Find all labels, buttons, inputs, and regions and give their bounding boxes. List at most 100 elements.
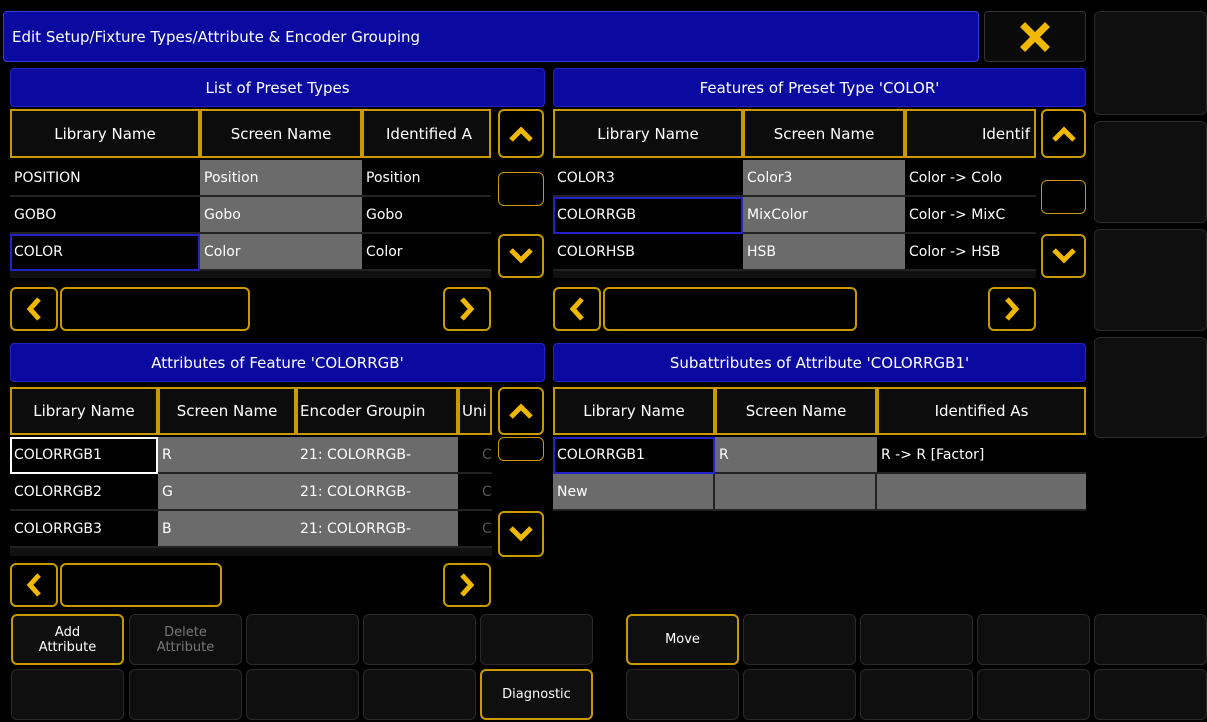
preset-types-scroll-thumb[interactable] <box>498 172 544 206</box>
table-row-cell-new[interactable]: New <box>553 474 715 511</box>
features-header-screen-name[interactable]: Screen Name <box>743 109 905 158</box>
empty-button[interactable] <box>363 614 476 665</box>
chevron-up-icon <box>509 403 533 419</box>
preset-types-scroll-up-button[interactable] <box>498 109 544 158</box>
attributes-header-screen-name[interactable]: Screen Name <box>158 387 296 435</box>
preset-types-scroll-right-button[interactable] <box>443 287 491 331</box>
empty-button[interactable] <box>743 614 856 665</box>
move-button[interactable]: Move <box>626 614 739 665</box>
table-row-cell[interactable]: C <box>458 511 492 548</box>
chevron-down-icon <box>1051 248 1076 264</box>
features-header-library-name[interactable]: Library Name <box>553 109 743 158</box>
empty-button[interactable] <box>363 669 476 720</box>
attributes-scroll-left-button[interactable] <box>10 563 58 607</box>
features-header-identified-as[interactable]: Identif <box>905 109 1036 158</box>
table-row-cell[interactable]: 21: COLORRGB- <box>296 474 458 511</box>
features-hscroll-thumb[interactable] <box>603 287 857 331</box>
table-row-cell[interactable]: G <box>158 474 296 511</box>
table-row-cell[interactable]: 21: COLORRGB- <box>296 437 458 474</box>
features-scroll-down-button[interactable] <box>1041 234 1086 278</box>
table-row-cell[interactable]: Color -> HSB <box>905 234 1036 271</box>
delete-attribute-button[interactable]: Delete Attribute <box>129 614 242 665</box>
table-row-cell[interactable]: Gobo <box>200 197 362 234</box>
close-button[interactable] <box>984 11 1086 62</box>
diagnostic-button[interactable]: Diagnostic <box>480 669 593 720</box>
subattributes-header-screen-name[interactable]: Screen Name <box>715 387 877 435</box>
empty-button[interactable] <box>129 669 242 720</box>
attributes-scroll-thumb[interactable] <box>498 437 544 461</box>
table-row-cell[interactable]: COLORRGB3 <box>10 511 158 548</box>
subattributes-header-library-name[interactable]: Library Name <box>553 387 715 435</box>
empty-button[interactable] <box>246 669 359 720</box>
empty-button[interactable] <box>743 669 856 720</box>
table-row-cell[interactable]: Color3 <box>743 160 905 197</box>
preset-types-header-identified-as[interactable]: Identified A <box>362 109 491 158</box>
table-row-cell[interactable]: 21: COLORRGB- <box>296 511 458 548</box>
attributes-scroll-right-button[interactable] <box>443 563 491 607</box>
table-row-cell[interactable]: COLOR3 <box>553 160 743 197</box>
table-row-cell[interactable]: Color -> Colo <box>905 160 1036 197</box>
table-row-cell[interactable] <box>715 474 877 511</box>
add-attribute-label-2: Attribute <box>38 639 97 655</box>
empty-button[interactable] <box>860 669 973 720</box>
attributes-header-library-name[interactable]: Library Name <box>10 387 158 435</box>
add-attribute-button[interactable]: Add Attribute <box>11 614 124 665</box>
chevron-right-icon <box>460 297 475 321</box>
table-row-cell-selected[interactable]: COLORRGB1 <box>10 437 158 474</box>
table-row-cell[interactable]: HSB <box>743 234 905 271</box>
table-row-cell[interactable]: R <box>158 437 296 474</box>
empty-button[interactable] <box>246 614 359 665</box>
side-button-4[interactable] <box>1094 337 1207 438</box>
attributes-header-encoder-grouping[interactable]: Encoder Groupin <box>296 387 458 435</box>
table-row-cell[interactable]: POSITION <box>10 160 200 197</box>
table-row-cell[interactable]: Position <box>362 160 491 197</box>
features-scroll-up-button[interactable] <box>1041 109 1086 158</box>
features-scroll-left-button[interactable] <box>553 287 601 331</box>
subattributes-header-identified-as[interactable]: Identified As <box>877 387 1086 435</box>
side-button-3[interactable] <box>1094 229 1207 331</box>
chevron-right-icon <box>460 573 475 597</box>
empty-button[interactable] <box>977 669 1090 720</box>
empty-button[interactable] <box>860 614 973 665</box>
table-row-cell[interactable]: Color <box>362 234 491 271</box>
empty-button[interactable] <box>480 614 593 665</box>
table-row-cell-selected[interactable]: COLORRGB <box>553 197 743 234</box>
features-scroll-thumb[interactable] <box>1041 180 1086 214</box>
empty-button[interactable] <box>11 669 124 720</box>
preset-types-hscroll-thumb[interactable] <box>60 287 250 331</box>
table-row-cell[interactable]: GOBO <box>10 197 200 234</box>
preset-types-title: List of Preset Types <box>10 68 545 107</box>
table-row-cell[interactable]: R -> R [Factor] <box>877 437 1086 474</box>
table-row-cell[interactable]: B <box>158 511 296 548</box>
table-row-cell-selected[interactable]: COLOR <box>10 234 200 271</box>
table-row-cell[interactable] <box>877 474 1086 511</box>
attributes-scroll-down-button[interactable] <box>498 511 544 557</box>
preset-types-scroll-left-button[interactable] <box>10 287 58 331</box>
empty-button[interactable] <box>626 669 739 720</box>
table-row-cell[interactable]: Color <box>200 234 362 271</box>
side-button-1[interactable] <box>1094 11 1207 115</box>
preset-types-scroll-down-button[interactable] <box>498 234 544 278</box>
preset-types-header-library-name[interactable]: Library Name <box>10 109 200 158</box>
table-row-cell[interactable]: Gobo <box>362 197 491 234</box>
add-attribute-label-1: Add <box>54 624 81 640</box>
table-row-cell[interactable]: MixColor <box>743 197 905 234</box>
table-row-cell[interactable]: C <box>458 437 492 474</box>
empty-button[interactable] <box>1094 614 1207 665</box>
side-button-2[interactable] <box>1094 121 1207 223</box>
features-scroll-right-button[interactable] <box>988 287 1036 331</box>
table-row-cell[interactable]: Position <box>200 160 362 197</box>
empty-button[interactable] <box>977 614 1090 665</box>
table-row-cell-selected[interactable]: COLORRGB1 <box>553 437 715 474</box>
empty-button[interactable] <box>1094 669 1207 720</box>
table-row-cell[interactable]: C <box>458 474 492 511</box>
table-row-cell[interactable]: R <box>715 437 877 474</box>
preset-types-title-text: List of Preset Types <box>205 78 350 97</box>
table-row-cell[interactable]: COLORRGB2 <box>10 474 158 511</box>
table-row-cell[interactable]: COLORHSB <box>553 234 743 271</box>
attributes-header-unit[interactable]: Uni <box>458 387 492 435</box>
attributes-scroll-up-button[interactable] <box>498 387 544 435</box>
table-row-cell[interactable]: Color -> MixC <box>905 197 1036 234</box>
attributes-hscroll-thumb[interactable] <box>60 563 222 607</box>
preset-types-header-screen-name[interactable]: Screen Name <box>200 109 362 158</box>
